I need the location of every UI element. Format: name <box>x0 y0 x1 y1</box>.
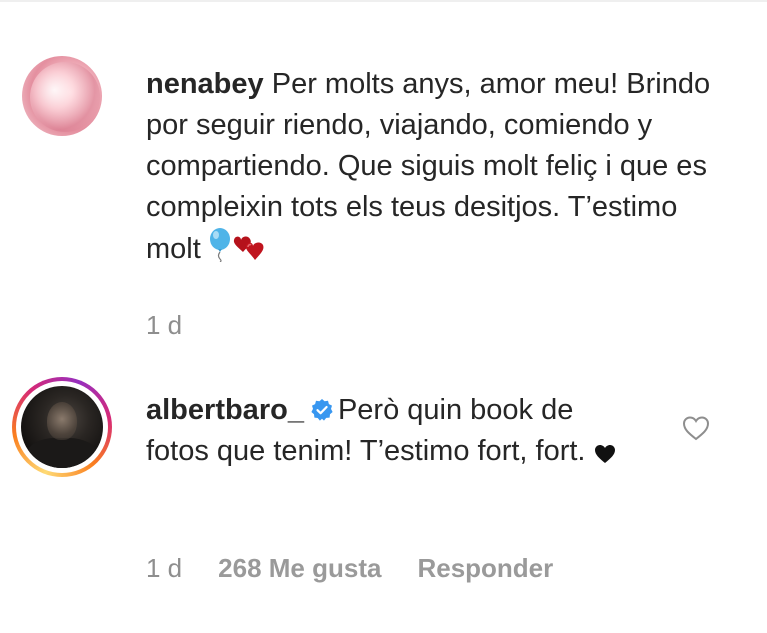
comment-username[interactable]: albertbaro_ <box>146 394 304 426</box>
verified-badge-icon <box>310 393 334 421</box>
likes-count[interactable]: 268 Me gusta <box>218 553 381 584</box>
profile-photo <box>22 56 102 136</box>
comment-time[interactable]: 1 d <box>146 553 182 584</box>
comment-meta: 1 d 268 Me gusta Responder <box>146 553 553 584</box>
reply-button[interactable]: Responder <box>417 553 553 584</box>
comment-meta: 1 d <box>146 310 182 341</box>
balloon-icon <box>209 228 231 274</box>
black-heart-icon <box>594 435 616 476</box>
heart-outline-icon[interactable] <box>680 412 712 444</box>
comment-time[interactable]: 1 d <box>146 310 182 341</box>
comment-username[interactable]: nenabey <box>146 68 264 100</box>
two-hearts-icon <box>231 233 267 274</box>
avatar[interactable] <box>12 377 122 477</box>
profile-photo <box>21 386 103 468</box>
avatar[interactable] <box>22 56 102 136</box>
story-ring <box>12 377 112 477</box>
top-divider <box>0 0 767 2</box>
comment-body: albertbaro_ Però quin book de fotos que … <box>146 390 626 476</box>
comment-body: nenabey Per molts anys, amor meu! Brindo… <box>146 64 716 274</box>
